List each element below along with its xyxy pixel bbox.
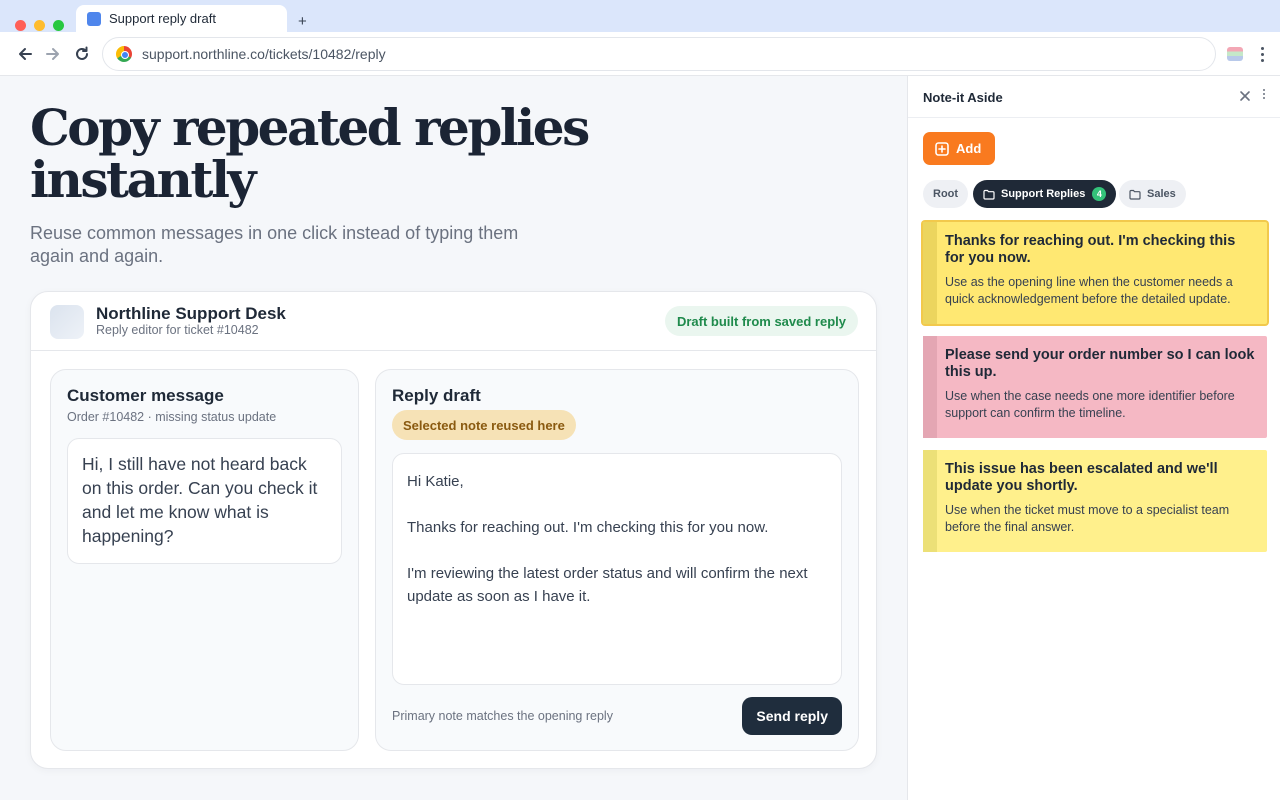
address-bar[interactable]: support.northline.co/tickets/10482/reply xyxy=(102,37,1216,71)
arrow-right-icon xyxy=(46,48,59,60)
minimize-window-button[interactable] xyxy=(34,20,45,31)
side-panel-title: Note-it Aside xyxy=(923,90,1003,105)
tab-favicon-icon xyxy=(87,11,101,26)
add-note-label: Add xyxy=(956,141,982,156)
note-drag-handle[interactable] xyxy=(923,336,937,438)
desk-title: Northline Support Desk xyxy=(96,304,286,323)
url-text[interactable]: support.northline.co/tickets/10482/reply xyxy=(142,46,386,62)
note-description: Use as the opening line when the custome… xyxy=(945,275,1233,306)
site-info-icon[interactable] xyxy=(116,46,132,62)
support-desk-card: Northline Support Desk Reply editor for … xyxy=(30,291,877,769)
note-description: Use when the case needs one more identif… xyxy=(945,389,1235,420)
draft-footer-note: Primary note matches the opening reply xyxy=(392,709,613,723)
customer-panel-title: Customer message xyxy=(67,386,224,405)
reload-button[interactable] xyxy=(70,42,94,66)
page-subtitle: Reuse common messages in one click inste… xyxy=(30,223,519,266)
folder-icon xyxy=(983,189,995,200)
card-header: Northline Support Desk Reply editor for … xyxy=(31,292,876,351)
extension-icon[interactable] xyxy=(1227,47,1243,61)
note-card[interactable]: This issue has been escalated and we'll … xyxy=(923,450,1267,552)
desk-subtitle: Reply editor for ticket #10482 xyxy=(96,323,259,337)
note-title: Please send your order number so I can l… xyxy=(945,347,1255,380)
plus-square-icon xyxy=(935,141,949,156)
status-badge: Draft built from saved reply xyxy=(664,306,858,336)
back-button[interactable] xyxy=(13,42,37,66)
browser-menu-button[interactable] xyxy=(1254,43,1270,65)
browser-toolbar: support.northline.co/tickets/10482/reply xyxy=(0,32,1280,76)
note-title: This issue has been escalated and we'll … xyxy=(945,461,1218,494)
reused-note-badge: Selected note reused here xyxy=(392,410,576,440)
note-drag-handle[interactable] xyxy=(923,222,937,324)
note-card[interactable]: Please send your order number so I can l… xyxy=(923,336,1267,438)
draft-greeting: Hi Katie, xyxy=(407,473,464,490)
reply-panel-title: Reply draft xyxy=(392,386,481,405)
folder-icon xyxy=(1129,189,1141,200)
tab-title: Support reply draft xyxy=(109,11,216,26)
note-drag-handle[interactable] xyxy=(923,450,937,552)
page-content: Copy repeated replies instantly Reuse co… xyxy=(0,76,907,800)
reply-draft-editor[interactable]: Hi Katie, Thanks for reaching out. I'm c… xyxy=(392,453,842,685)
close-window-button[interactable] xyxy=(15,20,26,31)
folder-chip-support-replies[interactable]: Support Replies 4 xyxy=(973,180,1117,208)
note-card[interactable]: Thanks for reaching out. I'm checking th… xyxy=(923,222,1267,324)
customer-message: Hi, I still have not heard back on this … xyxy=(67,438,342,564)
maximize-window-button[interactable] xyxy=(53,20,64,31)
desk-avatar xyxy=(50,305,84,339)
folder-count-badge: 4 xyxy=(1092,187,1107,201)
browser-tab[interactable]: Support reply draft xyxy=(76,5,287,32)
reload-icon xyxy=(76,46,88,60)
customer-message-panel: Customer message Order #10482 · missing … xyxy=(50,369,359,751)
new-tab-button[interactable]: + xyxy=(298,14,307,30)
note-description: Use when the ticket must move to a speci… xyxy=(945,503,1230,534)
folder-chip-sales[interactable]: Sales xyxy=(1119,180,1186,208)
browser-tab-bar: Support reply draft + xyxy=(0,0,1280,32)
note-title: Thanks for reaching out. I'm checking th… xyxy=(945,233,1236,266)
draft-line-1: Thanks for reaching out. I'm checking th… xyxy=(407,519,769,536)
folder-chip-label: Sales xyxy=(1147,188,1176,200)
note-it-aside-panel: Note-it Aside Add Root Support Replies 4… xyxy=(907,76,1280,800)
forward-button[interactable] xyxy=(41,42,65,66)
reply-draft-panel: Reply draft Selected note reused here Hi… xyxy=(375,369,859,751)
folder-chip-root[interactable]: Root xyxy=(923,180,969,208)
arrow-left-icon xyxy=(19,48,32,60)
folder-chip-label: Support Replies xyxy=(1001,188,1086,200)
draft-line-2: I'm reviewing the latest order status an… xyxy=(407,565,808,605)
folder-chip-label: Root xyxy=(933,188,959,200)
page-title: Copy repeated replies instantly xyxy=(30,98,590,209)
panel-menu-button[interactable] xyxy=(1260,89,1268,105)
add-note-button[interactable]: Add xyxy=(923,132,995,165)
close-panel-button[interactable] xyxy=(1237,88,1253,104)
close-icon xyxy=(1240,91,1250,101)
customer-panel-subtitle: Order #10482 · missing status update xyxy=(67,410,277,424)
side-panel-header: Note-it Aside xyxy=(908,76,1280,118)
send-reply-button[interactable]: Send reply xyxy=(742,697,842,735)
